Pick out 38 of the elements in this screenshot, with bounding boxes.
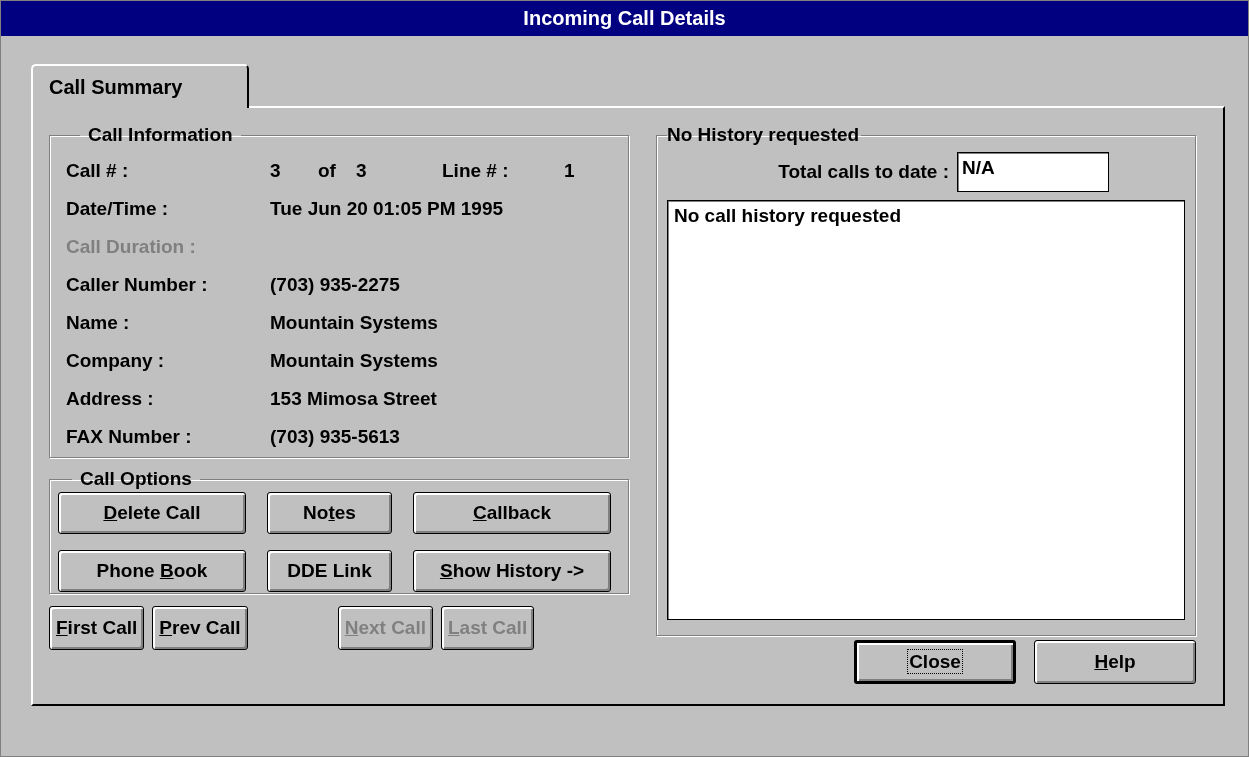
group-title: Call Information	[87, 124, 234, 146]
field-value: 3	[355, 160, 368, 182]
option-button[interactable]: Notes	[267, 492, 392, 534]
window-title: Incoming Call Details	[1, 1, 1248, 36]
field-value: 1	[564, 160, 575, 182]
history-list[interactable]: No call history requested	[667, 200, 1185, 620]
group-title: No History requested	[667, 124, 861, 146]
list-text: No call history requested	[674, 205, 901, 226]
field-value: Tue Jun 20 01:05 PM 1995	[270, 198, 505, 220]
option-button[interactable]: Phone Book	[58, 550, 246, 592]
field-value: 153 Mimosa Street	[270, 388, 438, 410]
field-label: Name :	[66, 312, 131, 334]
field-label: Company :	[66, 350, 166, 372]
field-value: 3	[270, 160, 282, 182]
tab[interactable]: Call Summary	[31, 64, 249, 108]
field-value: Mountain Systems	[270, 350, 439, 372]
total-field[interactable]: N/A	[957, 152, 1109, 192]
nav-button[interactable]: Prev Call	[152, 606, 248, 650]
field-value: Mountain Systems	[270, 312, 439, 334]
group-title: Call Options	[79, 468, 193, 490]
field-label: Date/Time :	[66, 198, 170, 220]
option-button[interactable]: Callback	[413, 492, 611, 534]
nav-button[interactable]: First Call	[49, 606, 145, 650]
field-value: (703) 935-2275	[270, 274, 401, 296]
option-button[interactable]: Delete Call	[58, 492, 246, 534]
field-value: (703) 935-5613	[270, 426, 401, 448]
field-label: Total calls to date :	[778, 161, 949, 183]
field-label: Caller Number :	[66, 274, 209, 296]
option-button[interactable]: DDE Link	[267, 550, 392, 592]
field-label: Call # :	[66, 160, 130, 182]
field-label: Line # :	[441, 160, 510, 182]
field-label: Address :	[66, 388, 155, 410]
field-value: of	[318, 160, 337, 182]
option-button[interactable]: Show History ->	[413, 550, 611, 592]
field-label: FAX Number :	[66, 426, 193, 448]
dialog-button[interactable]: Close	[854, 640, 1016, 684]
field-label: Call Duration :	[66, 236, 197, 258]
dialog-button[interactable]: Help	[1034, 640, 1196, 684]
